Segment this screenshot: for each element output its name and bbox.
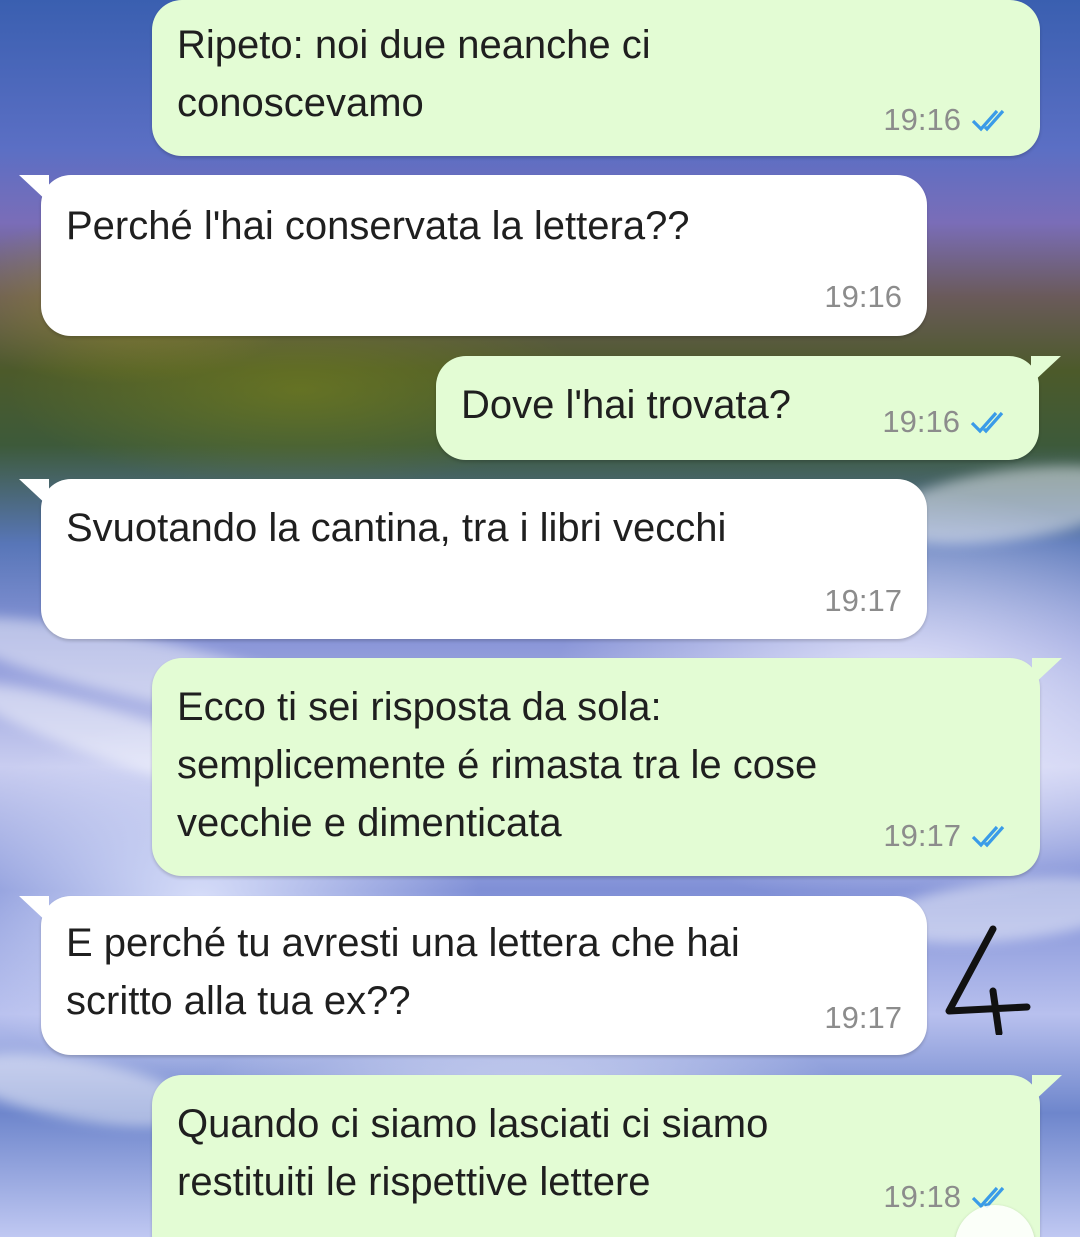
bubble-tail xyxy=(1032,1075,1062,1103)
message-time: 19:16 xyxy=(882,404,960,439)
message-time: 19:17 xyxy=(824,1000,902,1035)
message-text: Quando ci siamo lasciati ci siamo restit… xyxy=(177,1102,769,1204)
message-bubble-outgoing[interactable]: Ripeto: noi due neanche ci conoscevamo 1… xyxy=(152,0,1040,156)
read-double-check-icon xyxy=(970,411,1004,434)
handwritten-annotation-4 xyxy=(945,925,1031,1035)
message-text: Ripeto: noi due neanche ci conoscevamo xyxy=(177,23,651,125)
bubble-tail xyxy=(19,479,49,507)
message-meta: 19:16 xyxy=(882,404,1014,440)
message-meta: 19:16 xyxy=(883,102,1015,138)
message-bubble-incoming[interactable]: E perché tu avresti una lettera che hai … xyxy=(19,896,927,1055)
bubble-tail xyxy=(19,175,49,203)
message-time: 19:18 xyxy=(883,1179,961,1214)
message-meta: 19:17 xyxy=(824,583,902,619)
read-double-check-icon xyxy=(971,825,1005,848)
message-bubble-incoming[interactable]: Svuotando la cantina, tra i libri vecchi… xyxy=(19,479,927,639)
message-text: Svuotando la cantina, tra i libri vecchi xyxy=(66,506,727,550)
message-bubble-outgoing[interactable]: Quando ci siamo lasciati ci siamo restit… xyxy=(152,1075,1062,1237)
message-bubble-incoming[interactable]: Perché l'hai conservata la lettera?? 19:… xyxy=(19,175,927,336)
message-bubble-outgoing[interactable]: Dove l'hai trovata? 19:16 xyxy=(436,356,1061,460)
message-meta: 19:16 xyxy=(824,279,902,315)
bubble-tail xyxy=(1031,356,1061,384)
message-time: 19:16 xyxy=(824,279,902,314)
message-text: E perché tu avresti una lettera che hai … xyxy=(66,921,740,1023)
message-bubble-outgoing[interactable]: Ecco ti sei risposta da sola: sempliceme… xyxy=(152,658,1062,876)
message-time: 19:17 xyxy=(883,818,961,853)
message-text: Dove l'hai trovata? xyxy=(461,383,792,427)
message-time: 19:16 xyxy=(883,102,961,137)
message-text: Perché l'hai conservata la lettera?? xyxy=(66,204,690,248)
bubble-tail xyxy=(1032,658,1062,686)
read-double-check-icon xyxy=(971,109,1005,132)
chat-window: Ripeto: noi due neanche ci conoscevamo 1… xyxy=(0,0,1080,1237)
message-text: Ecco ti sei risposta da sola: sempliceme… xyxy=(177,685,818,845)
message-meta: 19:17 xyxy=(883,818,1015,854)
bubble-tail xyxy=(19,896,49,924)
message-time: 19:17 xyxy=(824,583,902,618)
message-meta: 19:17 xyxy=(824,1000,902,1036)
